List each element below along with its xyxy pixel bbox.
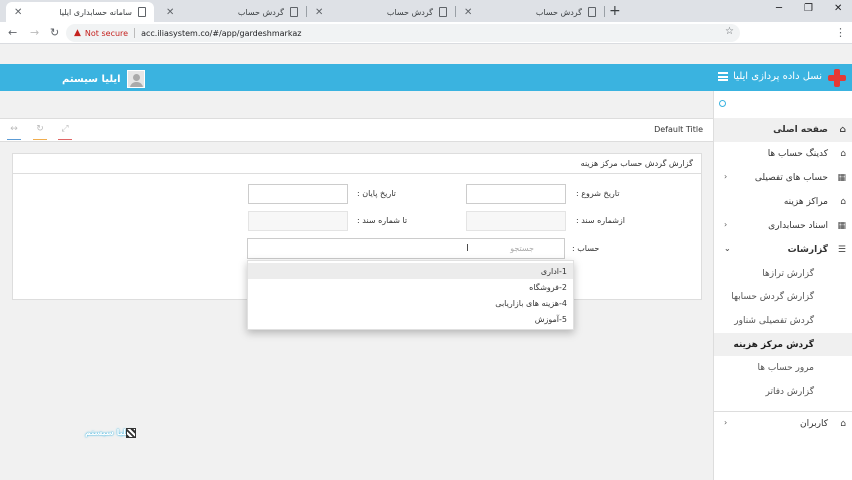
sidebar-item-label: کدینگ حساب ها — [767, 149, 828, 159]
close-icon[interactable]: ✕ — [315, 7, 323, 18]
tab-divider — [604, 6, 605, 17]
home-icon: ⌂ — [840, 197, 846, 207]
page-title-bar: ↔ ↻ ⤢ Default Title — [0, 118, 713, 142]
account-option[interactable]: 1-اداری — [248, 263, 573, 279]
chevron-left-icon: ‹ — [724, 220, 728, 229]
new-tab-icon[interactable]: + — [609, 3, 621, 19]
security-label: Not secure — [84, 28, 129, 38]
tab-title: سامانه حسابداری ایلیا — [59, 7, 132, 17]
page-icon — [439, 7, 447, 17]
url-divider — [134, 28, 136, 38]
browser-tab[interactable]: گردش حساب ✕ — [158, 2, 306, 22]
address-bar: ← → ↻ ▲ Not secure acc.iliasystem.co/#/a… — [0, 22, 852, 44]
reload-icon[interactable]: ↻ — [50, 26, 59, 39]
start-date-label: تاریخ شروع : — [576, 189, 620, 198]
url-box[interactable]: ▲ Not secure acc.iliasystem.co/#/app/gar… — [66, 24, 740, 42]
forward-icon[interactable]: → — [30, 26, 39, 39]
browser-tab-bar: سامانه حسابداری ایلیا ✕ گردش حساب ✕ گردش… — [0, 0, 852, 22]
brand-logo-icon — [828, 69, 846, 87]
account-option[interactable]: 4-هزینه های بازاریابی — [248, 295, 573, 311]
tab-title: گردش حساب — [237, 7, 284, 17]
sidebar-divider — [714, 404, 852, 412]
app-header: نسل داده پردازی ایلیا ایلیا سیستم — [0, 64, 852, 91]
tab-title: گردش حساب — [535, 7, 582, 17]
url-text: acc.iliasystem.co/#/app/gardeshmarkaz — [141, 28, 302, 38]
refresh-icon[interactable]: ↻ — [33, 124, 47, 140]
sidebar-item-label: حساب های تفصیلی — [754, 173, 828, 183]
sidebar-item-label: گزارشات — [787, 245, 828, 255]
sidebar-subitem[interactable]: گردش تفصیلی شناور — [714, 309, 852, 333]
browser-tab[interactable]: گردش حساب ✕ — [307, 2, 455, 22]
brand-name: نسل داده پردازی ایلیا — [733, 71, 822, 82]
table-icon: ▦ — [837, 173, 846, 183]
sidebar: ⌂ صفحه اصلی ⌂ کدینگ حساب ها ▦ حساب های ت… — [713, 91, 852, 480]
end-date-label: تاریخ پایان : — [357, 189, 396, 198]
sidebar-item-cost-centers[interactable]: ⌂ مراکز هزینه — [714, 190, 852, 214]
sidebar-subitem-current[interactable]: گردش مرکز هزینه — [714, 332, 852, 357]
home-icon: ⌂ — [839, 125, 846, 135]
qr-icon — [126, 428, 136, 438]
fullscreen-icon[interactable]: ⤢ — [58, 124, 72, 140]
hamburger-menu-icon[interactable] — [718, 72, 728, 81]
bookmark-star-icon[interactable]: ☆ — [725, 26, 734, 37]
sidebar-item-label: کاربران — [800, 418, 828, 429]
sidebar-subitem[interactable]: مرور حساب ها — [714, 356, 852, 380]
text-cursor-icon: I — [466, 243, 469, 254]
username[interactable]: ایلیا سیستم — [62, 74, 121, 85]
search-icon[interactable] — [719, 100, 726, 107]
back-icon[interactable]: ← — [8, 26, 17, 39]
home-icon: ⌂ — [840, 149, 846, 159]
page-icon — [588, 7, 596, 17]
sidebar-item-label: صفحه اصلی — [773, 125, 828, 135]
sidebar-item-account-coding[interactable]: ⌂ کدینگ حساب ها — [714, 142, 852, 166]
end-date-field[interactable] — [248, 184, 348, 204]
sidebar-subitem[interactable]: گزارش ترازها — [714, 262, 852, 286]
account-option[interactable]: 5-آموزش — [248, 311, 573, 327]
tab-title: گردش حساب — [386, 7, 433, 17]
chevron-down-icon: ⌄ — [724, 244, 731, 253]
from-doc-label: ازشماره سند : — [576, 216, 626, 225]
user-menu[interactable]: ایلیا سیستم — [62, 70, 145, 88]
from-doc-field[interactable] — [466, 211, 566, 231]
sidebar-item-users[interactable]: ⌂ کاربران ‹ — [714, 412, 852, 436]
browser-menu-icon[interactable]: ⋮ — [835, 26, 846, 39]
browser-tab-active[interactable]: سامانه حسابداری ایلیا ✕ — [6, 2, 154, 22]
avatar[interactable] — [126, 70, 145, 88]
sidebar-subitem[interactable]: گزارش دفاتر — [714, 380, 852, 404]
page-icon — [290, 7, 298, 17]
report-heading: گزارش گردش حساب مرکز هزینه — [13, 154, 701, 174]
expand-icon[interactable]: ↔ — [7, 124, 21, 140]
chevron-left-icon: ‹ — [724, 417, 728, 427]
close-icon[interactable]: ✕ — [14, 7, 22, 18]
to-doc-field[interactable] — [248, 211, 348, 231]
sidebar-subitem[interactable]: گزارش گردش حسابها — [714, 286, 852, 310]
close-icon[interactable]: ✕ — [166, 7, 174, 18]
watermark: ایلیا سیستم — [85, 428, 132, 437]
to-doc-label: تا شماره سند : — [357, 216, 408, 225]
warning-icon: ▲ — [74, 28, 81, 38]
restore-icon[interactable]: ❐ — [804, 3, 813, 14]
window-close-icon[interactable]: ✕ — [834, 3, 842, 14]
minimize-icon[interactable]: ─ — [776, 3, 782, 14]
sidebar-item-detail-accounts[interactable]: ▦ حساب های تفصیلی ‹ — [714, 166, 852, 190]
table-icon: ▦ — [837, 221, 846, 231]
chevron-left-icon: ‹ — [724, 172, 728, 181]
list-icon: ☰ — [837, 245, 846, 255]
sidebar-search[interactable] — [714, 91, 852, 118]
sidebar-item-label: اسناد حسابداری — [768, 221, 828, 231]
start-date-field[interactable] — [466, 184, 566, 204]
sidebar-item-home[interactable]: ⌂ صفحه اصلی — [714, 118, 852, 142]
browser-tab[interactable]: گردش حساب ✕ — [456, 2, 604, 22]
sidebar-item-reports[interactable]: ☰ گزارشات ⌄ — [714, 238, 852, 262]
page-title: Default Title — [654, 125, 703, 134]
sidebar-item-label: مراکز هزینه — [783, 197, 828, 207]
account-option[interactable]: 2-فروشگاه — [248, 279, 573, 295]
account-label: حساب : — [572, 244, 600, 253]
account-search-input[interactable]: جستجو — [247, 238, 565, 259]
page-icon — [138, 7, 146, 17]
home-icon: ⌂ — [840, 418, 846, 429]
close-icon[interactable]: ✕ — [464, 7, 472, 18]
account-dropdown: 1-اداری 2-فروشگاه 4-هزینه های بازاریابی … — [247, 260, 574, 330]
sidebar-item-accounting-docs[interactable]: ▦ اسناد حسابداری ‹ — [714, 214, 852, 238]
